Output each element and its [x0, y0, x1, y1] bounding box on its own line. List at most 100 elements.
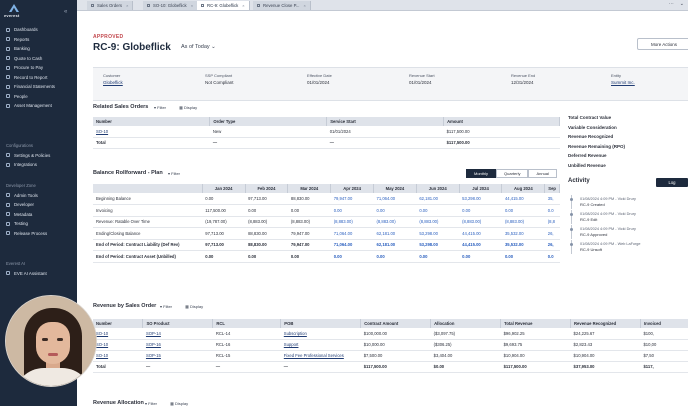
pob-link[interactable]: Subscription: [280, 328, 361, 340]
sidebar-item-asset-management[interactable]: Asset Management: [0, 101, 77, 111]
filter-button[interactable]: ▾ Filter: [160, 304, 178, 309]
table-row[interactable]: SO-10 SOP-14 RCL-14 Subscription $100,000.00…: [93, 328, 688, 340]
value-cell: 0.00: [373, 250, 417, 263]
total-cell: $10,904.00: [500, 350, 571, 362]
filter-button[interactable]: ▾ Filter: [168, 171, 186, 176]
info-customer: Customer Globeflick: [103, 73, 123, 85]
column-header[interactable]: Amount: [443, 117, 560, 126]
info-value: 01/01/2024: [307, 80, 330, 85]
allocation-cell: ($3,097.75): [430, 328, 501, 340]
column-header[interactable]: Number: [93, 117, 211, 126]
column-header[interactable]: Allocation: [430, 319, 502, 328]
so-number-link[interactable]: SO-10: [93, 126, 210, 138]
column-header[interactable]: Order Type: [209, 117, 328, 126]
sidebar-item-reports[interactable]: Reports: [0, 35, 77, 45]
toggle-quarterly[interactable]: Quarterly: [496, 169, 529, 178]
as-of-dropdown[interactable]: As of Today ⌄: [181, 44, 216, 50]
sidebar-item-developer[interactable]: Developer: [0, 200, 77, 210]
tab-rc-9[interactable]: RC-9: Globeflick ×: [197, 1, 250, 10]
tab-sales-orders[interactable]: Sales Orders ×: [87, 1, 134, 10]
more-actions-button[interactable]: More Actions: [637, 38, 688, 50]
collapse-sidebar-icon[interactable]: «: [64, 9, 67, 15]
sidebar-item-people[interactable]: People: [0, 92, 77, 102]
everest-logo[interactable]: everest: [4, 4, 26, 18]
close-icon[interactable]: ×: [126, 3, 128, 8]
close-icon[interactable]: ×: [242, 3, 244, 8]
sidebar-item-integrations[interactable]: Integrations: [0, 160, 77, 170]
close-icon[interactable]: ×: [191, 3, 193, 8]
contract-cell: $100,000.00: [360, 328, 431, 340]
display-label: Display: [175, 401, 189, 406]
sidebar-item-financial-statements[interactable]: Financial Statements: [0, 82, 77, 92]
more-icon[interactable]: ⋯: [669, 1, 674, 7]
rollforward-table: Jan 2024 Feb 2024 Mar 2024 Apr 2024 May …: [93, 184, 560, 263]
table-row[interactable]: SO-10 SOP-16 RCL-16 Support $10,000.00 ($306.…: [93, 339, 688, 351]
column-header[interactable]: RCL: [212, 319, 282, 328]
display-button[interactable]: ▦ Display: [179, 105, 203, 110]
chevron-down-icon[interactable]: ⌄: [680, 1, 684, 7]
log-button[interactable]: Log: [656, 178, 688, 187]
display-button[interactable]: ▦ Display: [185, 304, 209, 309]
column-header[interactable]: SO Product: [142, 319, 214, 328]
entity-link[interactable]: Summit Inc.: [611, 80, 635, 85]
column-header[interactable]: Number: [93, 319, 144, 328]
sidebar-item-dashboards[interactable]: Dashboards: [0, 25, 77, 35]
value-cell: 0.00: [287, 204, 331, 217]
so-number-link[interactable]: SO-10: [93, 339, 143, 351]
filter-label: Filter: [148, 401, 158, 406]
sidebar-item-record-to-report[interactable]: Record to Report: [0, 73, 77, 83]
developer-nav: Developer Zone Admin Tools Developer Met…: [0, 181, 77, 238]
column-header[interactable]: Invoiced: [640, 319, 688, 328]
customer-link[interactable]: Globeflick: [103, 80, 123, 85]
so-product-link[interactable]: SOP-14: [142, 328, 213, 340]
sidebar-item-metadata[interactable]: Metadata: [0, 210, 77, 220]
total-cell: $0.00: [430, 360, 501, 373]
value-cell: 44,415.00: [501, 193, 545, 205]
sidebar-item-release-process[interactable]: Release Process: [0, 229, 77, 239]
so-product-link[interactable]: SOP-16: [142, 339, 213, 351]
pob-link[interactable]: Fixed Fee Professional Services: [280, 350, 361, 362]
display-button[interactable]: ▦ Display: [170, 401, 194, 406]
sidebar-item-settings[interactable]: Settings & Policies: [0, 151, 77, 161]
toggle-annual[interactable]: Annual: [528, 169, 557, 178]
total-cell: $37,953.00: [570, 360, 641, 373]
column-header[interactable]: POB: [280, 319, 362, 328]
value-cell: 0.00: [416, 250, 460, 263]
so-product-link[interactable]: SOP-15: [142, 350, 213, 362]
tab-bar: Sales Orders × SO-10: Globeflick × RC-9: G…: [77, 0, 688, 11]
column-header[interactable]: Contract Amount: [360, 319, 432, 328]
presenter-eye-left: [42, 338, 48, 341]
info-value: 01/01/2024: [409, 80, 432, 85]
sidebar-item-label: Reports: [14, 36, 30, 42]
sidebar-item-testing[interactable]: Testing: [0, 219, 77, 229]
so-number-link[interactable]: SO-10: [93, 350, 143, 362]
tab-so-10[interactable]: SO-10: Globeflick ×: [143, 1, 199, 10]
filter-button[interactable]: ▾ Filter: [154, 105, 172, 110]
table-row[interactable]: SO-10 SOP-15 RCL-15 Fixed Fee Professional …: [93, 350, 688, 362]
sidebar-item-procure-to-pay[interactable]: Procure to Pay: [0, 63, 77, 73]
value-cell: 117,500.00: [202, 204, 246, 217]
value-cell: 53,298.00: [416, 239, 460, 251]
toggle-monthly[interactable]: Monthly: [466, 169, 497, 178]
value-cell: 35,532.00: [501, 227, 545, 240]
sidebar-item-eve-ai[interactable]: EVE AI Assistant: [0, 269, 77, 279]
column-header[interactable]: Service Start: [326, 117, 445, 126]
pob-link[interactable]: Support: [280, 339, 361, 351]
value-cell: 0.00: [245, 204, 288, 217]
so-number-link[interactable]: SO-10: [93, 328, 143, 340]
column-header[interactable]: Revenue Recognized: [570, 319, 641, 328]
sidebar-item-admin-tools[interactable]: Admin Tools: [0, 191, 77, 201]
filter-button[interactable]: ▾ Filter: [145, 401, 163, 406]
revenue-by-so-body: SO-10 SOP-14 RCL-14 Subscription $100,000.00…: [93, 328, 688, 373]
sidebar-item-banking[interactable]: Banking: [0, 44, 77, 54]
value-cell: 0.00: [416, 204, 460, 217]
close-icon[interactable]: ×: [303, 3, 305, 8]
recognized-cell: $10,904.00: [570, 350, 641, 362]
table-row[interactable]: SO-10 New 01/01/2024 $117,500.00: [93, 126, 560, 138]
sidebar-item-quote-to-cash[interactable]: Quote to Cash: [0, 54, 77, 64]
column-header[interactable]: Total Revenue: [500, 319, 572, 328]
value-cell: 26,: [544, 239, 560, 251]
rcl-cell: RCL-15: [212, 350, 281, 362]
value-cell: 88,830.00: [287, 193, 331, 205]
tab-revenue-close[interactable]: Revenue Close P... ×: [253, 1, 311, 10]
